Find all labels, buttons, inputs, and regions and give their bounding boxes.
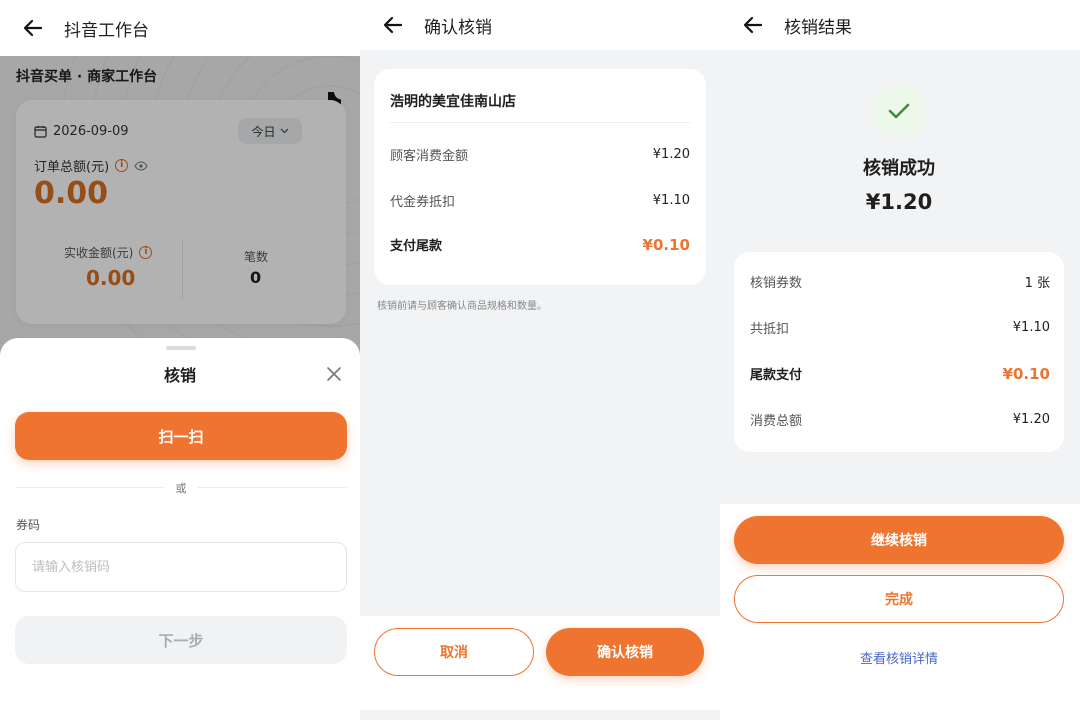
detail-row: 代金券抵扣 ¥1.10 bbox=[390, 191, 690, 210]
sheet-handle[interactable] bbox=[166, 346, 196, 350]
status-title: 核销成功 bbox=[863, 158, 935, 179]
cancel-button[interactable]: 取消 bbox=[374, 628, 534, 676]
success-badge bbox=[872, 84, 926, 138]
row-label: 消费总额 bbox=[750, 414, 803, 429]
row-label: 代金券抵扣 bbox=[390, 195, 456, 210]
workbench-screen: 抖音工作台 抖音买单 · 商家工作台 2026-09-09 今日 订单总额(元)… bbox=[0, 0, 360, 720]
scan-button[interactable]: 扫一扫 bbox=[15, 412, 347, 460]
result-screen: 核销结果 核销成功 ¥1.20 核销券数 1 张 共抵扣 ¥1.10 尾款支付 … bbox=[720, 0, 1080, 720]
close-icon[interactable] bbox=[324, 364, 344, 384]
check-icon bbox=[888, 103, 910, 119]
content-area: 浩明的美宜佳南山店 顾客消费金额 ¥1.20 代金券抵扣 ¥1.10 支付尾款 … bbox=[360, 50, 720, 616]
page-title: 核销结果 bbox=[784, 17, 852, 38]
row-value: ¥1.20 bbox=[1012, 412, 1050, 427]
summary-row: 消费总额 ¥1.20 bbox=[750, 410, 1050, 429]
summary-row-balance: 尾款支付 ¥0.10 bbox=[750, 364, 1050, 384]
bottom-strip bbox=[360, 710, 720, 720]
row-label: 核销券数 bbox=[750, 276, 803, 291]
done-button[interactable]: 完成 bbox=[734, 575, 1064, 623]
store-name: 浩明的美宜佳南山店 bbox=[390, 94, 516, 110]
summary-row: 共抵扣 ¥1.10 bbox=[750, 318, 1050, 337]
row-value: 1 张 bbox=[1024, 276, 1050, 291]
header: 确认核销 bbox=[360, 0, 720, 50]
code-input[interactable] bbox=[15, 542, 347, 592]
row-label: 共抵扣 bbox=[750, 322, 790, 337]
next-button[interactable]: 下一步 bbox=[15, 616, 347, 664]
summary-row: 核销券数 1 张 bbox=[750, 272, 1050, 291]
confirm-redeem-button[interactable]: 确认核销 bbox=[546, 628, 704, 676]
header: 核销结果 bbox=[720, 0, 1080, 50]
detail-row: 顾客消费金额 ¥1.20 bbox=[390, 145, 690, 164]
continue-redeem-button[interactable]: 继续核销 bbox=[734, 516, 1064, 564]
view-details-link[interactable]: 查看核销详情 bbox=[720, 648, 1078, 667]
back-button[interactable] bbox=[16, 11, 50, 45]
page-title: 抖音工作台 bbox=[64, 20, 149, 41]
redeem-bottom-sheet: 核销 扫一扫 或 券码 下一步 bbox=[0, 338, 360, 720]
row-value: ¥1.20 bbox=[652, 147, 690, 162]
code-label: 券码 bbox=[16, 518, 41, 532]
row-value: ¥0.10 bbox=[1002, 364, 1050, 383]
row-label: 顾客消费金额 bbox=[390, 149, 469, 164]
back-button[interactable] bbox=[736, 8, 770, 42]
confirm-screen: 确认核销 浩明的美宜佳南山店 顾客消费金额 ¥1.20 代金券抵扣 ¥1.10 … bbox=[360, 0, 720, 720]
arrow-left-icon bbox=[23, 19, 43, 37]
arrow-left-icon bbox=[383, 16, 403, 34]
page-title: 确认核销 bbox=[424, 17, 492, 38]
order-detail-card: 浩明的美宜佳南山店 顾客消费金额 ¥1.20 代金券抵扣 ¥1.10 支付尾款 … bbox=[374, 69, 706, 285]
content-area: 核销成功 ¥1.20 核销券数 1 张 共抵扣 ¥1.10 尾款支付 ¥0.10… bbox=[720, 50, 1080, 504]
action-bar: 取消 确认核销 bbox=[360, 616, 720, 710]
sheet-title: 核销 bbox=[163, 366, 196, 385]
row-label: 支付尾款 bbox=[390, 239, 443, 254]
row-value: ¥0.10 bbox=[642, 235, 690, 254]
back-button[interactable] bbox=[376, 8, 410, 42]
result-amount: ¥1.20 bbox=[865, 190, 933, 214]
notice-text: 核销前请与顾客确认商品规格和数量。 bbox=[377, 301, 547, 312]
action-bar: 继续核销 完成 查看核销详情 bbox=[720, 504, 1080, 720]
detail-row-balance: 支付尾款 ¥0.10 bbox=[390, 235, 690, 255]
row-label: 尾款支付 bbox=[750, 368, 803, 383]
divider bbox=[390, 122, 690, 123]
arrow-left-icon bbox=[743, 16, 763, 34]
row-value: ¥1.10 bbox=[652, 193, 690, 208]
result-summary-card: 核销券数 1 张 共抵扣 ¥1.10 尾款支付 ¥0.10 消费总额 ¥1.20 bbox=[734, 252, 1064, 452]
header: 抖音工作台 bbox=[0, 0, 360, 56]
divider-text: 或 bbox=[175, 482, 187, 495]
row-value: ¥1.10 bbox=[1012, 320, 1050, 335]
